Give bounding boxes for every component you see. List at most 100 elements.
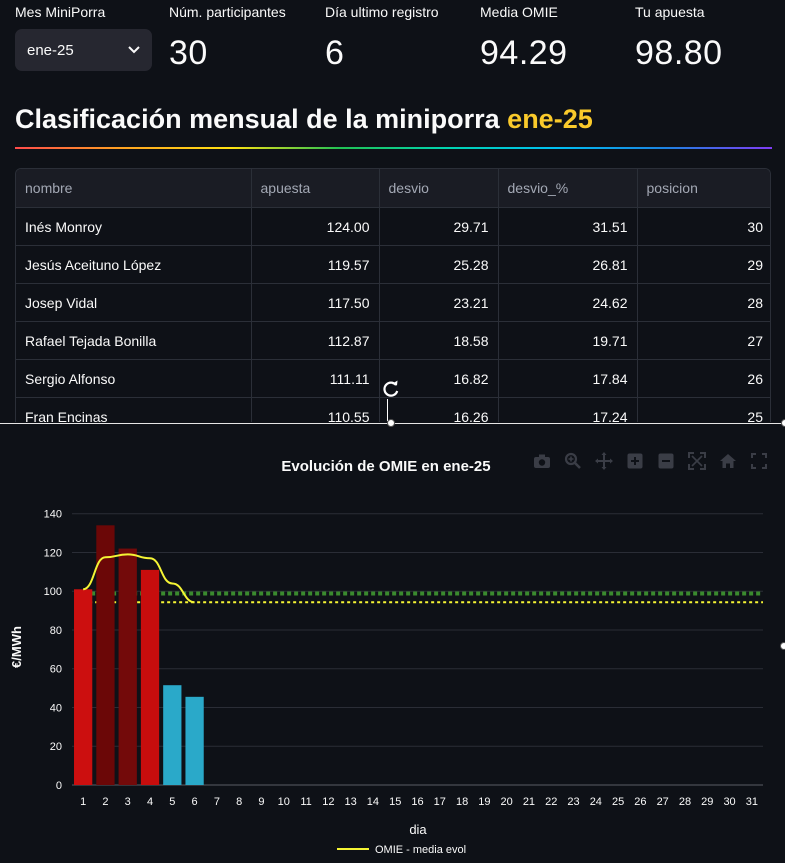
x-tick-label: 6: [192, 796, 198, 808]
x-tick-label: 4: [147, 796, 153, 808]
cell-posicion: 28: [637, 283, 770, 322]
cell-desvio: 25.28: [379, 245, 499, 284]
cell-nombre: Inés Monroy: [16, 207, 252, 246]
cell-desvio-pct: 26.81: [498, 245, 638, 284]
month-metric: Mes MiniPorra: [15, 4, 105, 20]
x-tick-label: 19: [478, 796, 490, 808]
x-tick-label: 21: [523, 796, 535, 808]
cell-apuesta: 111.11: [251, 359, 380, 398]
y-axis-label: €/MWh: [9, 626, 24, 668]
cell-apuesta: 119.57: [251, 245, 380, 284]
column-header-posicion[interactable]: posicion: [637, 169, 770, 208]
bet-label: Tu apuesta: [635, 4, 705, 20]
x-tick-label: 20: [501, 796, 513, 808]
omie-label: Media OMIE: [480, 4, 558, 20]
x-tick-label: 28: [679, 796, 691, 808]
x-tick-label: 25: [612, 796, 624, 808]
chevron-down-icon: [128, 46, 140, 54]
table-header-row: nombre apuesta desvio desvio_% posicion: [16, 169, 770, 208]
table-row[interactable]: Fran Encinas 110.55 16.26 17.24 25: [16, 397, 770, 422]
legend-label: OMIE - media evol: [375, 844, 466, 856]
cell-desvio-pct: 24.62: [498, 283, 638, 322]
cell-nombre: Jesús Aceituno López: [16, 245, 252, 284]
bar: [163, 685, 182, 785]
column-header-desvio[interactable]: desvio: [379, 169, 499, 208]
cell-desvio: 16.26: [379, 397, 499, 422]
month-select[interactable]: ene-25: [15, 29, 152, 71]
x-tick-label: 1: [80, 796, 86, 808]
y-axis-ticks: 0 20 40 60 80 100 120 140: [44, 509, 62, 792]
x-tick-label: 22: [545, 796, 557, 808]
y-tick-label: 120: [44, 547, 62, 559]
table-row[interactable]: Josep Vidal 117.50 23.21 24.62 28: [16, 283, 770, 322]
x-tick-label: 11: [300, 796, 311, 808]
x-tick-label: 16: [411, 796, 423, 808]
rotate-handle-stem: [387, 399, 388, 421]
month-select-value: ene-25: [27, 41, 74, 59]
x-tick-label: 9: [258, 796, 264, 808]
x-tick-label: 13: [345, 796, 357, 808]
reference-lines: [77, 591, 763, 604]
x-axis-label: dia: [409, 822, 427, 837]
cell-desvio: 29.71: [379, 207, 499, 246]
cell-nombre: Josep Vidal: [16, 283, 252, 322]
chart-title: Evolución de OMIE en ene-25: [281, 458, 490, 475]
table-row[interactable]: Inés Monroy 124.00 29.71 31.51 30: [16, 207, 770, 246]
lastday-value: 6: [325, 34, 345, 72]
column-header-desvio-pct[interactable]: desvio_%: [498, 169, 638, 208]
cell-nombre: Rafael Tejada Bonilla: [16, 321, 252, 360]
y-tick-label: 80: [50, 625, 62, 637]
metrics-row: Mes MiniPorra ene-25 Núm. participantes …: [0, 0, 785, 80]
x-tick-label: 7: [214, 796, 220, 808]
cell-nombre: Sergio Alfonso: [16, 359, 252, 398]
title-divider: [15, 147, 772, 149]
x-tick-label: 12: [322, 796, 334, 808]
x-tick-label: 29: [701, 796, 713, 808]
page-title-accent: ene-25: [507, 104, 593, 134]
chart-legend: OMIE - media evol: [337, 844, 466, 856]
cell-desvio-pct: 19.71: [498, 321, 638, 360]
x-tick-label: 14: [367, 796, 379, 808]
cell-apuesta: 124.00: [251, 207, 380, 246]
x-tick-label: 27: [657, 796, 669, 808]
cell-posicion: 26: [637, 359, 770, 398]
participants-label: Núm. participantes: [169, 4, 286, 20]
table-row[interactable]: Rafael Tejada Bonilla 112.87 18.58 19.71…: [16, 321, 770, 360]
x-tick-label: 24: [590, 796, 602, 808]
participants-value: 30: [169, 34, 208, 72]
x-tick-label: 23: [567, 796, 579, 808]
page-title-text: Clasificación mensual de la miniporra: [15, 104, 508, 134]
column-header-apuesta[interactable]: apuesta: [251, 169, 380, 208]
y-tick-label: 100: [44, 586, 62, 598]
x-tick-label: 31: [746, 796, 758, 808]
x-axis-ticks: 1 2 3 4 5 6 7 8 9 10 11 12 13 14 15 16 17 18 19 20 21 22 23 24 2…: [80, 796, 758, 808]
lastday-label: Día ultimo registro: [325, 4, 439, 20]
rotate-handle-icon[interactable]: [381, 379, 401, 399]
cell-desvio-pct: 17.84: [498, 359, 638, 398]
x-tick-label: 26: [634, 796, 646, 808]
x-tick-label: 30: [723, 796, 735, 808]
cell-posicion: 27: [637, 321, 770, 360]
bet-value: 98.80: [635, 34, 723, 72]
bar: [140, 569, 160, 785]
y-tick-label: 140: [44, 509, 62, 521]
cell-desvio-pct: 31.51: [498, 207, 638, 246]
x-tick-label: 18: [456, 796, 468, 808]
month-label: Mes MiniPorra: [15, 4, 106, 20]
page-title: Clasificación mensual de la miniporra en…: [15, 104, 593, 135]
x-tick-label: 10: [278, 796, 290, 808]
x-tick-label: 15: [389, 796, 401, 808]
bet-metric: Tu apuesta 98.80: [635, 4, 723, 73]
bar: [74, 589, 93, 785]
lastday-metric: Día ultimo registro 6: [325, 4, 439, 73]
omie-chart[interactable]: Evolución de OMIE en ene-25 020406080100…: [0, 424, 785, 863]
cell-apuesta: 112.87: [251, 321, 380, 360]
cell-apuesta: 117.50: [251, 283, 380, 322]
table-row[interactable]: Jesús Aceituno López 119.57 25.28 26.81 …: [16, 245, 770, 284]
omie-value: 94.29: [480, 34, 568, 72]
cell-nombre: Fran Encinas: [16, 397, 252, 422]
bar: [96, 525, 115, 785]
column-header-nombre[interactable]: nombre: [16, 169, 252, 208]
x-tick-label: 3: [125, 796, 131, 808]
omie-metric: Media OMIE 94.29: [480, 4, 568, 73]
